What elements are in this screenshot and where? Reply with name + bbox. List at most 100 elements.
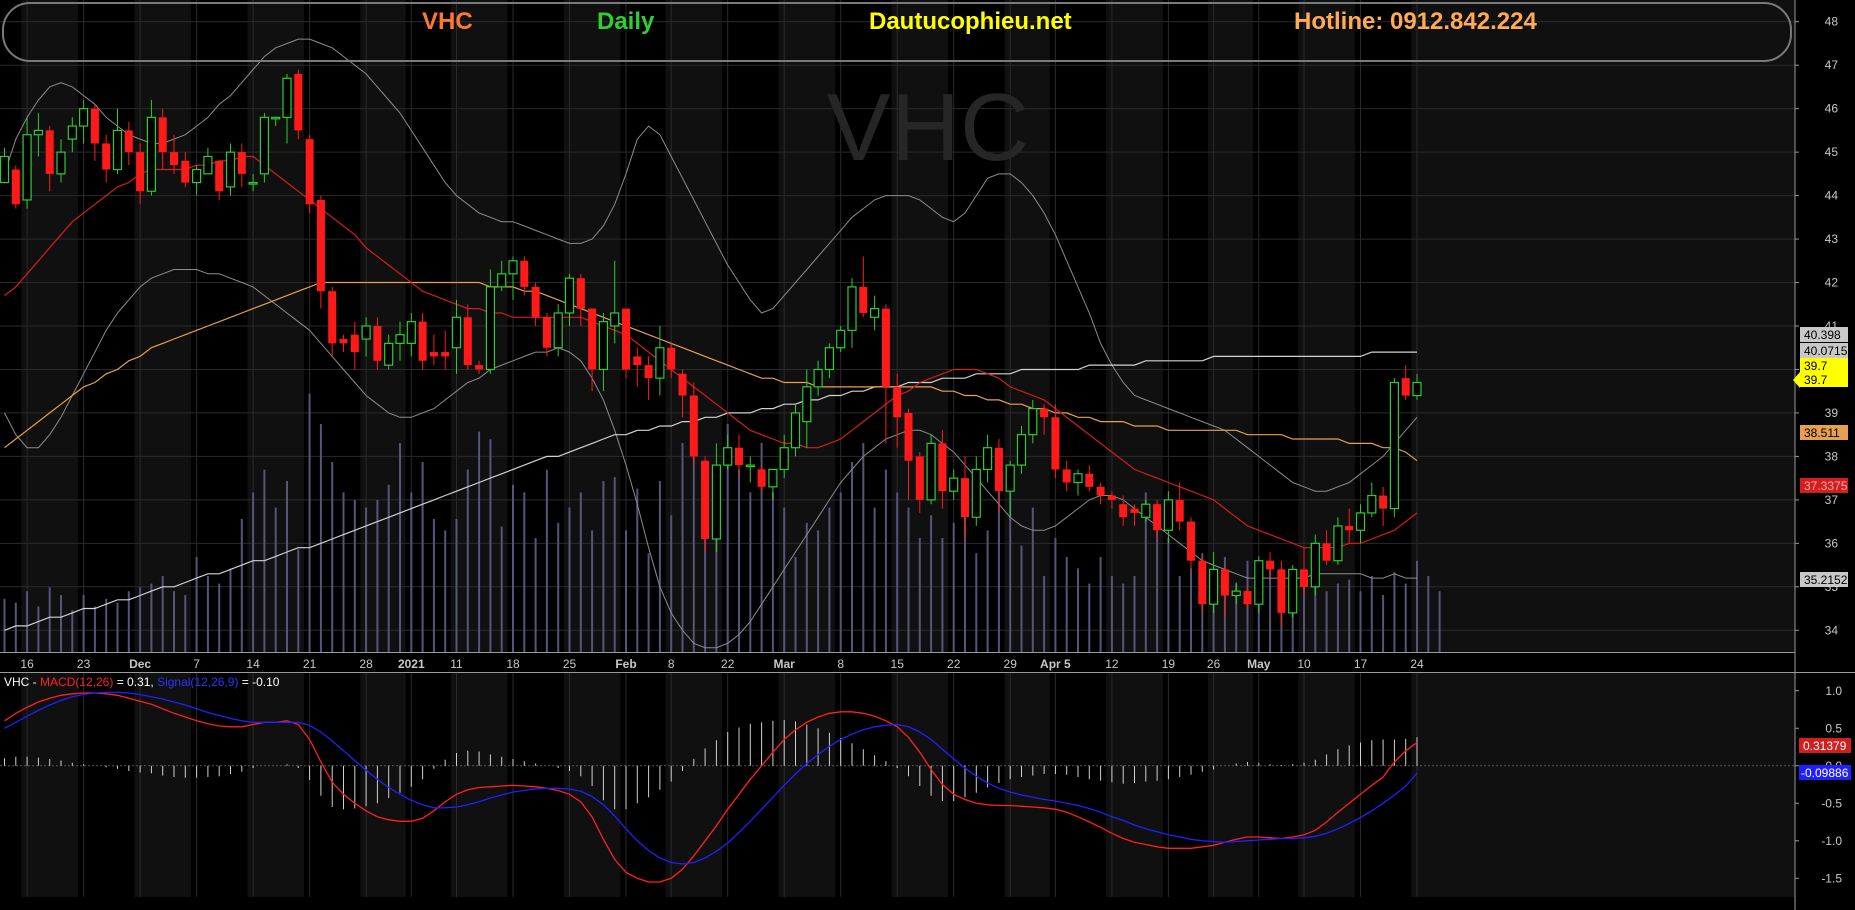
candle-body-down	[1345, 525, 1354, 531]
macd-legend-macd-value: = 0.31,	[113, 675, 158, 689]
volume-bar	[331, 462, 334, 652]
header-symbol: VHC	[422, 8, 473, 35]
candle-body-down	[441, 352, 450, 357]
volume-bar	[1325, 591, 1328, 652]
candle-body-up	[802, 386, 812, 423]
candle-body-down	[1175, 499, 1184, 522]
candle-body-down	[305, 139, 314, 205]
candle-body-down	[1096, 486, 1105, 496]
candle-body-up	[1208, 568, 1219, 605]
candle-body-down	[1130, 508, 1139, 513]
candle-body-up	[949, 477, 959, 492]
candle-body-down	[350, 334, 359, 353]
time-tick-label: 24	[1410, 657, 1424, 671]
candle-body-up	[1028, 407, 1038, 436]
time-tick-label: 19	[1162, 657, 1176, 671]
candle-body-up	[282, 77, 292, 118]
time-tick-label: Dec	[129, 657, 151, 671]
volume-bar	[1190, 568, 1192, 652]
macd-legend-symbol: VHC -	[4, 675, 40, 689]
candle-body-up	[1333, 525, 1343, 562]
macd-legend-macd: MACD(12,26)	[40, 675, 114, 689]
volume-bar	[71, 610, 74, 652]
time-tick-label: May	[1247, 657, 1271, 671]
time-tick-label: 18	[506, 657, 520, 671]
candle-body-up	[745, 464, 755, 468]
volume-bar	[489, 439, 492, 652]
candle-body-up	[847, 286, 857, 331]
candle-body-up	[67, 125, 77, 140]
candle-body-down	[961, 478, 969, 518]
candle-body-down	[644, 365, 653, 379]
candle-body-up	[779, 447, 789, 471]
volume-bar	[851, 462, 853, 652]
candle-body-down	[1187, 521, 1195, 561]
volume-bar	[26, 591, 29, 652]
time-tick-label: 16	[20, 657, 34, 671]
volume-bar	[602, 481, 605, 652]
volume-bar	[884, 469, 887, 652]
candle-body-down	[735, 447, 743, 466]
volume-bar	[319, 424, 322, 652]
time-tick-label: 12	[1105, 657, 1119, 671]
price-tick-label: 37	[1825, 493, 1839, 507]
volume-bar	[1348, 579, 1351, 652]
candle-body-up	[112, 129, 123, 171]
candle-body-down	[667, 347, 676, 370]
candle-body-down	[1051, 417, 1060, 470]
volume-bar	[738, 469, 740, 652]
volume-bar	[365, 507, 368, 652]
candle-body-down	[1300, 569, 1308, 587]
candle-body-up	[1016, 434, 1027, 466]
volume-bar	[116, 602, 119, 652]
candle-body-up	[361, 325, 371, 340]
volume-bar	[591, 530, 594, 652]
candle-body-down	[1119, 504, 1128, 518]
header-hotline: Hotline: 0912.842.224	[1294, 8, 1537, 35]
time-tick-label: 14	[246, 657, 260, 671]
last-value-label: 38.511	[1804, 426, 1840, 440]
volume-bar	[613, 477, 616, 652]
candle-body-up	[553, 312, 563, 349]
candle-body-up	[271, 116, 281, 120]
candle-body-down	[429, 352, 438, 357]
candle-body-down	[170, 152, 178, 166]
volume-bar	[478, 431, 481, 652]
candle-body-up	[813, 368, 823, 388]
candle-body-down	[294, 73, 303, 131]
price-tick-label: 38	[1825, 449, 1839, 463]
candle-body-down	[757, 469, 766, 487]
price-tick-label: 42	[1825, 276, 1839, 290]
volume-bar	[625, 530, 627, 652]
candle-body-down	[1277, 569, 1286, 613]
candle-body-up	[1367, 494, 1377, 514]
candle-body-down	[11, 169, 20, 205]
time-tick-label: 28	[359, 657, 373, 671]
volume-bar	[82, 595, 85, 652]
last-value-label: 40.0715	[1804, 344, 1848, 358]
candle-body-down	[45, 130, 54, 174]
volume-bar	[218, 583, 221, 652]
volume-bar	[286, 481, 288, 652]
candle-body-up	[1310, 542, 1320, 588]
week-stripe	[450, 672, 508, 897]
price-tick-label: 39	[1825, 406, 1839, 420]
candle-body-up	[768, 468, 778, 488]
volume-bar	[918, 538, 921, 652]
candle-body-up	[869, 308, 880, 318]
volume-bar	[534, 538, 537, 652]
candle-body-up	[146, 116, 156, 192]
volume-bar	[975, 553, 978, 652]
time-tick-label: 2021	[398, 657, 425, 671]
candle-body-down	[1220, 569, 1229, 596]
candle-body-down	[158, 117, 167, 153]
candle-body-up	[395, 334, 405, 344]
candle-body-down	[893, 386, 902, 418]
volume-bar	[240, 519, 243, 652]
candle-body-up	[259, 116, 269, 175]
volume-bar	[3, 598, 6, 652]
volume-bar	[907, 507, 910, 652]
candle-body-down	[859, 286, 868, 313]
volume-bar	[14, 602, 17, 652]
volume-bar	[1382, 595, 1385, 652]
